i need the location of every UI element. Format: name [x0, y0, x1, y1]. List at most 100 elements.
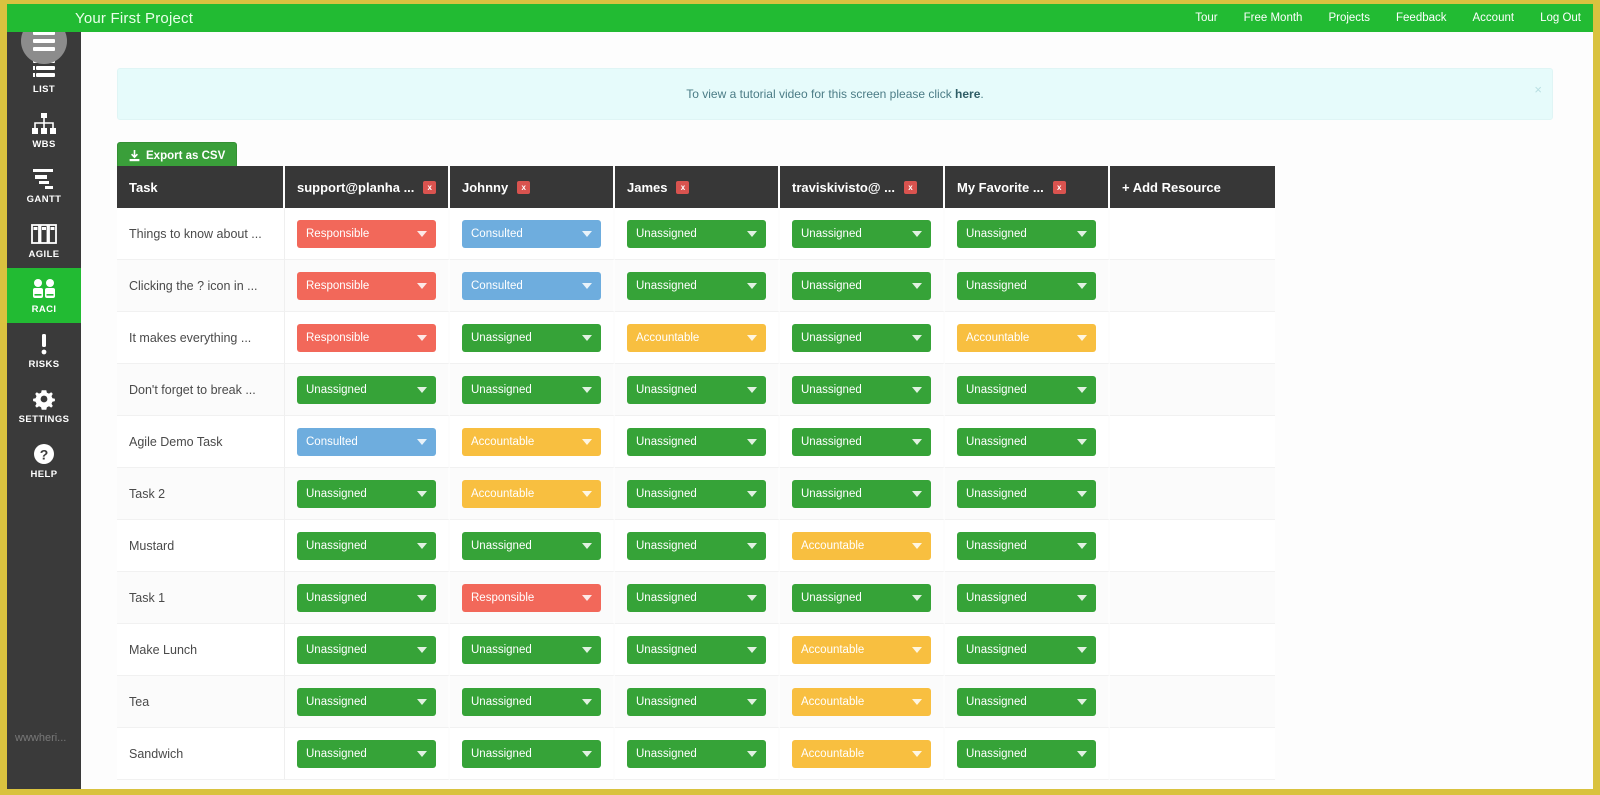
role-dropdown[interactable]: Accountable: [792, 531, 931, 560]
nav-link-free-month[interactable]: Free Month: [1244, 12, 1303, 24]
role-dropdown[interactable]: Unassigned: [297, 739, 436, 768]
role-dropdown[interactable]: Unassigned: [957, 635, 1096, 664]
role-dropdown[interactable]: Unassigned: [462, 323, 601, 352]
role-dropdown[interactable]: Unassigned: [297, 375, 436, 404]
role-dropdown[interactable]: Unassigned: [627, 531, 766, 560]
role-dropdown[interactable]: Accountable: [462, 479, 601, 508]
add-resource-button[interactable]: + Add Resource: [1110, 166, 1275, 208]
role-dropdown[interactable]: Responsible: [462, 583, 601, 612]
task-name-cell[interactable]: Mustard: [117, 520, 285, 572]
role-dropdown[interactable]: Unassigned: [627, 427, 766, 456]
role-dropdown[interactable]: Accountable: [792, 635, 931, 664]
role-dropdown[interactable]: Unassigned: [957, 479, 1096, 508]
role-dropdown[interactable]: Accountable: [792, 739, 931, 768]
role-dropdown[interactable]: Unassigned: [627, 687, 766, 716]
task-name-cell[interactable]: Task 2: [117, 468, 285, 520]
task-name-cell[interactable]: Don't forget to break ...: [117, 364, 285, 416]
role-dropdown[interactable]: Unassigned: [462, 739, 601, 768]
role-dropdown[interactable]: Accountable: [792, 687, 931, 716]
chevron-down-icon: [912, 594, 922, 601]
role-dropdown-value: Consulted: [306, 435, 358, 448]
task-name-cell[interactable]: Agile Demo Task: [117, 416, 285, 468]
export-csv-button[interactable]: Export as CSV: [117, 142, 238, 169]
chevron-down-icon: [417, 646, 427, 653]
sidebar-item-wbs[interactable]: WBS: [7, 103, 81, 158]
column-header-resource[interactable]: support@planha ... x: [285, 166, 450, 208]
role-dropdown[interactable]: Unassigned: [957, 583, 1096, 612]
role-dropdown[interactable]: Accountable: [462, 427, 601, 456]
column-header-resource[interactable]: My Favorite ... x: [945, 166, 1110, 208]
role-dropdown[interactable]: Unassigned: [792, 583, 931, 612]
role-dropdown[interactable]: Accountable: [627, 323, 766, 352]
remove-resource-icon[interactable]: x: [676, 180, 690, 194]
role-dropdown[interactable]: Unassigned: [627, 635, 766, 664]
role-dropdown[interactable]: Unassigned: [792, 375, 931, 404]
role-dropdown[interactable]: Unassigned: [627, 219, 766, 248]
role-dropdown[interactable]: Responsible: [297, 271, 436, 300]
role-dropdown[interactable]: Unassigned: [792, 427, 931, 456]
task-name-cell[interactable]: Make Lunch: [117, 624, 285, 676]
task-name-cell[interactable]: Sandwich: [117, 728, 285, 780]
role-dropdown[interactable]: Unassigned: [297, 583, 436, 612]
remove-resource-icon[interactable]: x: [517, 180, 531, 194]
role-dropdown[interactable]: Unassigned: [627, 739, 766, 768]
role-dropdown[interactable]: Unassigned: [957, 271, 1096, 300]
role-dropdown[interactable]: Unassigned: [792, 219, 931, 248]
role-dropdown[interactable]: Unassigned: [792, 271, 931, 300]
chevron-down-icon: [417, 542, 427, 549]
column-header-resource[interactable]: Johnny x: [450, 166, 615, 208]
role-dropdown[interactable]: Accountable: [957, 323, 1096, 352]
sidebar-item-settings[interactable]: SETTINGS: [7, 378, 81, 433]
task-name-cell[interactable]: It makes everything ...: [117, 312, 285, 364]
remove-resource-icon[interactable]: x: [423, 180, 436, 194]
role-dropdown[interactable]: Responsible: [297, 219, 436, 248]
role-dropdown[interactable]: Consulted: [462, 271, 601, 300]
role-dropdown-value: Unassigned: [966, 643, 1027, 656]
column-header-resource[interactable]: traviskivisto@ ... x: [780, 166, 945, 208]
role-dropdown[interactable]: Unassigned: [297, 687, 436, 716]
column-header-resource[interactable]: James x: [615, 166, 780, 208]
role-dropdown[interactable]: Unassigned: [627, 375, 766, 404]
main-content: To view a tutorial video for this screen…: [81, 32, 1593, 789]
role-dropdown[interactable]: Unassigned: [462, 531, 601, 560]
nav-link-feedback[interactable]: Feedback: [1396, 12, 1447, 24]
remove-resource-icon[interactable]: x: [904, 180, 917, 194]
task-name-cell[interactable]: Tea: [117, 676, 285, 728]
role-dropdown[interactable]: Unassigned: [627, 583, 766, 612]
role-dropdown[interactable]: Unassigned: [957, 427, 1096, 456]
role-dropdown[interactable]: Unassigned: [297, 635, 436, 664]
close-icon[interactable]: ×: [1534, 83, 1542, 96]
nav-link-log-out[interactable]: Log Out: [1540, 12, 1581, 24]
role-dropdown[interactable]: Unassigned: [627, 479, 766, 508]
role-dropdown[interactable]: Unassigned: [957, 219, 1096, 248]
nav-link-projects[interactable]: Projects: [1328, 12, 1370, 24]
role-dropdown[interactable]: Unassigned: [957, 531, 1096, 560]
role-dropdown[interactable]: Unassigned: [297, 531, 436, 560]
task-name-cell[interactable]: Clicking the ? icon in ...: [117, 260, 285, 312]
sidebar-item-agile[interactable]: AGILE: [7, 213, 81, 268]
role-dropdown[interactable]: Unassigned: [462, 375, 601, 404]
role-dropdown[interactable]: Responsible: [297, 323, 436, 352]
sidebar-item-risks[interactable]: RISKS: [7, 323, 81, 378]
sidebar-item-raci[interactable]: RACI: [7, 268, 81, 323]
role-dropdown[interactable]: Unassigned: [462, 635, 601, 664]
remove-resource-icon[interactable]: x: [1052, 180, 1066, 194]
role-dropdown[interactable]: Unassigned: [957, 739, 1096, 768]
role-dropdown[interactable]: Unassigned: [957, 375, 1096, 404]
nav-link-tour[interactable]: Tour: [1195, 12, 1217, 24]
role-dropdown[interactable]: Unassigned: [792, 479, 931, 508]
role-dropdown[interactable]: Unassigned: [462, 687, 601, 716]
banner-here-link[interactable]: here: [955, 87, 980, 101]
role-dropdown[interactable]: Unassigned: [297, 479, 436, 508]
role-dropdown[interactable]: Unassigned: [957, 687, 1096, 716]
task-name-cell[interactable]: Things to know about ...: [117, 208, 285, 260]
export-csv-label: Export as CSV: [146, 149, 226, 162]
role-dropdown[interactable]: Unassigned: [627, 271, 766, 300]
task-name-cell[interactable]: Task 1: [117, 572, 285, 624]
sidebar-item-help[interactable]: ? HELP: [7, 433, 81, 488]
role-dropdown[interactable]: Consulted: [297, 427, 436, 456]
role-dropdown[interactable]: Consulted: [462, 219, 601, 248]
nav-link-account[interactable]: Account: [1473, 12, 1515, 24]
role-dropdown[interactable]: Unassigned: [792, 323, 931, 352]
sidebar-item-gantt[interactable]: GANTT: [7, 158, 81, 213]
